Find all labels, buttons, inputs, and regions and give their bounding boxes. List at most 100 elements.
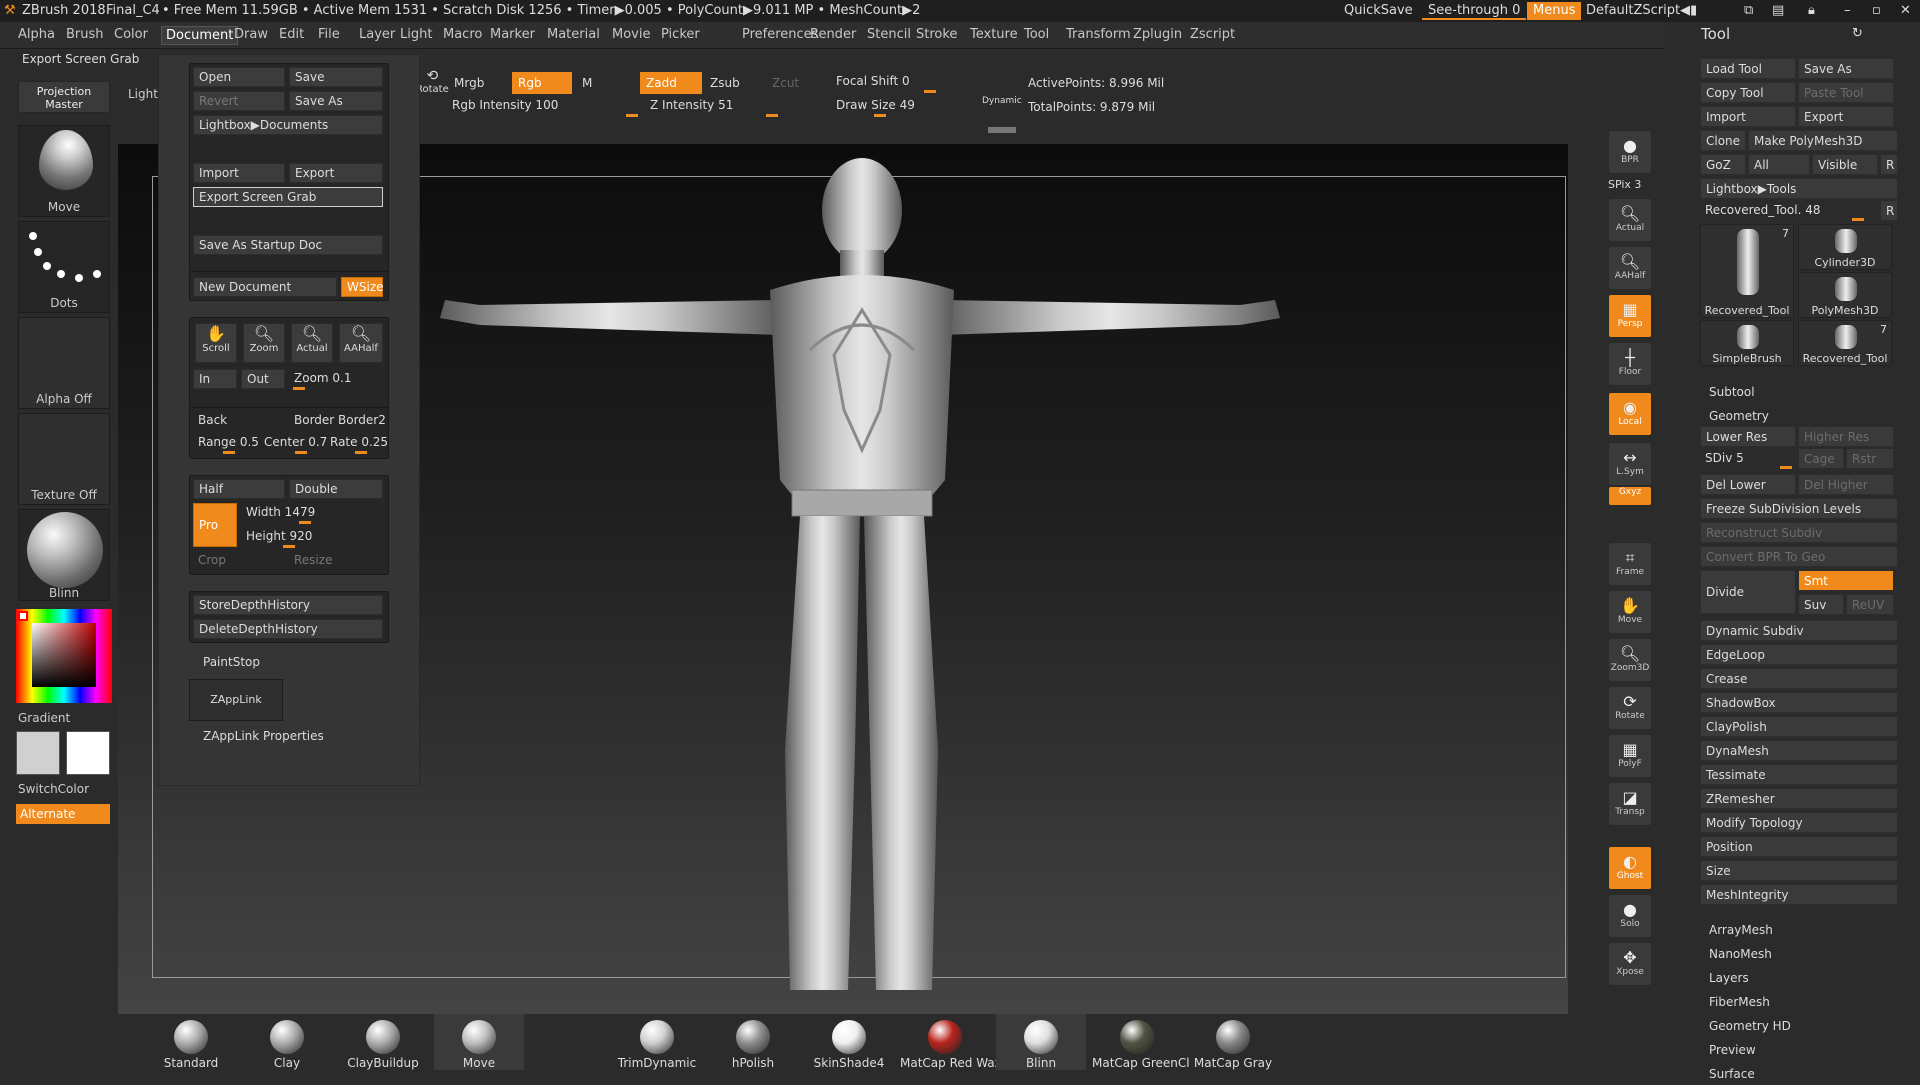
menu-brush[interactable]: Brush: [66, 27, 104, 42]
ghost-button[interactable]: ◐ Ghost: [1608, 846, 1652, 890]
menu-file[interactable]: File: [318, 27, 340, 42]
zapplink-button[interactable]: ZAppLink: [189, 679, 283, 721]
polyf-button[interactable]: ▦ PolyF: [1608, 734, 1652, 778]
menu-zscript[interactable]: Zscript: [1190, 27, 1235, 42]
color-square[interactable]: [32, 623, 96, 687]
alpha-slot[interactable]: Alpha Off: [18, 317, 110, 409]
focal-shift-knob[interactable]: [924, 90, 936, 93]
maximize-icon[interactable]: ▫: [1866, 2, 1887, 20]
sdiv-knob[interactable]: [1780, 466, 1792, 469]
zoom-slider[interactable]: Zoom 0.1: [289, 369, 383, 389]
toolbar-scroll-handle[interactable]: [988, 127, 1016, 133]
spix-slider[interactable]: SPix 3: [1608, 178, 1641, 191]
brush-blinn[interactable]: Blinn: [996, 1014, 1086, 1070]
range-slider[interactable]: Range 0.5: [193, 433, 259, 453]
bpr-button[interactable]: ● BPR: [1608, 130, 1652, 174]
menu-alpha[interactable]: Alpha: [18, 27, 55, 42]
xpose-button[interactable]: ✥ Xpose: [1608, 942, 1652, 986]
pro-button[interactable]: Pro: [193, 503, 237, 547]
brush-claybuildup[interactable]: ClayBuildup: [338, 1014, 428, 1070]
brush-matcap-gray[interactable]: MatCap Gray: [1188, 1014, 1278, 1070]
geometry-item[interactable]: Dynamic Subdiv: [1700, 620, 1898, 641]
resize-button[interactable]: Resize: [289, 551, 383, 571]
reconstruct-subdiv-button[interactable]: Reconstruct Subdiv: [1700, 522, 1898, 543]
width-knob[interactable]: [299, 521, 311, 524]
lock-icon[interactable]: 🔒︎: [1802, 2, 1821, 20]
scroll-button[interactable]: ✋ Scroll: [195, 323, 237, 363]
all-button[interactable]: All: [1748, 154, 1810, 175]
brush-hpolish[interactable]: hPolish: [708, 1014, 798, 1070]
actual-button[interactable]: 🔍︎ Actual: [1608, 198, 1652, 242]
transp-button[interactable]: ◪ Transp: [1608, 782, 1652, 826]
menu-marker[interactable]: Marker: [490, 27, 535, 42]
delete-depth-history-button[interactable]: DeleteDepthHistory: [193, 619, 383, 639]
local-button[interactable]: ◉ Local: [1608, 392, 1652, 436]
reuv-toggle[interactable]: ReUV: [1846, 594, 1894, 615]
geometry-item[interactable]: Modify Topology: [1700, 812, 1898, 833]
zoom-in-button[interactable]: In: [193, 369, 237, 389]
z-intensity-slider[interactable]: Z Intensity 51: [650, 98, 733, 112]
r-button[interactable]: R: [1880, 154, 1898, 175]
rotate-button[interactable]: ⟳ Rotate: [1608, 686, 1652, 730]
see-through-slider[interactable]: See-through 0: [1422, 2, 1527, 20]
cage-button[interactable]: Cage: [1798, 448, 1844, 469]
layout-icon[interactable]: ◀▮: [1674, 2, 1703, 20]
layout2-icon[interactable]: ▤: [1766, 2, 1790, 20]
del-higher-button[interactable]: Del Higher: [1798, 474, 1894, 495]
brush-skinshade4[interactable]: SkinShade4: [804, 1014, 894, 1070]
r-button-2[interactable]: R: [1880, 200, 1898, 221]
window-icon[interactable]: ⧉: [1738, 2, 1759, 20]
visible-button[interactable]: Visible: [1812, 154, 1878, 175]
height-knob[interactable]: [283, 545, 295, 548]
zoom-button[interactable]: 🔍︎ Zoom: [243, 323, 285, 363]
tool-section[interactable]: Geometry HD: [1704, 1016, 1884, 1037]
geometry-item[interactable]: ShadowBox: [1700, 692, 1898, 713]
width-slider[interactable]: Width 1479: [241, 503, 383, 523]
recovered-tool-knob[interactable]: [1852, 218, 1864, 221]
brush-slot[interactable]: Move: [18, 125, 110, 217]
zsub-button[interactable]: Zsub: [704, 72, 764, 94]
geometry-item[interactable]: DynaMesh: [1700, 740, 1898, 761]
divide-button[interactable]: Divide: [1700, 570, 1796, 614]
geometry-section[interactable]: Geometry: [1704, 406, 1824, 427]
rate-slider[interactable]: Rate 0.25: [325, 433, 388, 453]
geometry-item[interactable]: MeshIntegrity: [1700, 884, 1898, 905]
aahalf-button[interactable]: 🔍︎ AAHalf: [1608, 246, 1652, 290]
lightbox-documents-button[interactable]: Lightbox▶Documents: [193, 115, 383, 135]
rotate-button[interactable]: ⟲ Rotate: [416, 68, 449, 95]
del-lower-button[interactable]: Del Lower: [1700, 474, 1796, 495]
goz-button[interactable]: GoZ: [1700, 154, 1746, 175]
border-button[interactable]: Border: [289, 411, 339, 431]
tool-section[interactable]: ArrayMesh: [1704, 920, 1884, 941]
freeze-subdiv-button[interactable]: Freeze SubDivision Levels: [1700, 498, 1898, 519]
tool-section[interactable]: NanoMesh: [1704, 944, 1884, 965]
close-icon[interactable]: ✕: [1894, 2, 1917, 20]
zcut-button[interactable]: Zcut: [766, 72, 822, 94]
menu-macro[interactable]: Macro: [443, 27, 482, 42]
mrgb-button[interactable]: Mrgb: [448, 72, 508, 94]
store-depth-history-button[interactable]: StoreDepthHistory: [193, 595, 383, 615]
geometry-item[interactable]: ClayPolish: [1700, 716, 1898, 737]
frame-button[interactable]: ⌗ Frame: [1608, 542, 1652, 586]
tool-thumb[interactable]: Recovered_Tool 7: [1700, 224, 1794, 318]
save-as-button[interactable]: Save As: [1798, 58, 1894, 79]
import-button[interactable]: Import: [193, 163, 285, 183]
save-button[interactable]: Save: [289, 67, 383, 87]
quicksave-button[interactable]: QuickSave: [1338, 2, 1419, 20]
menu-preferences[interactable]: Preferences: [742, 27, 818, 42]
zoom-slider-knob[interactable]: [293, 387, 305, 390]
convert-bpr-button[interactable]: Convert BPR To Geo: [1700, 546, 1898, 567]
recovered-tool-slider[interactable]: Recovered_Tool. 48: [1700, 200, 1870, 221]
double-button[interactable]: Double: [289, 479, 383, 499]
tool-thumb[interactable]: Cylinder3D: [1798, 224, 1892, 270]
stroke-slot[interactable]: Dots: [18, 221, 110, 313]
crop-button[interactable]: Crop: [193, 551, 285, 571]
menu-zplugin[interactable]: Zplugin: [1133, 27, 1182, 42]
brush-clay[interactable]: Clay: [242, 1014, 332, 1070]
draw-size-slider[interactable]: Draw Size 49: [836, 98, 915, 112]
range-knob[interactable]: [223, 451, 235, 454]
make-polymesh3d-button[interactable]: Make PolyMesh3D: [1748, 130, 1898, 151]
new-document-button[interactable]: New Document: [193, 277, 337, 297]
xyz-button[interactable]: Gxyz: [1608, 486, 1652, 506]
geometry-item[interactable]: EdgeLoop: [1700, 644, 1898, 665]
